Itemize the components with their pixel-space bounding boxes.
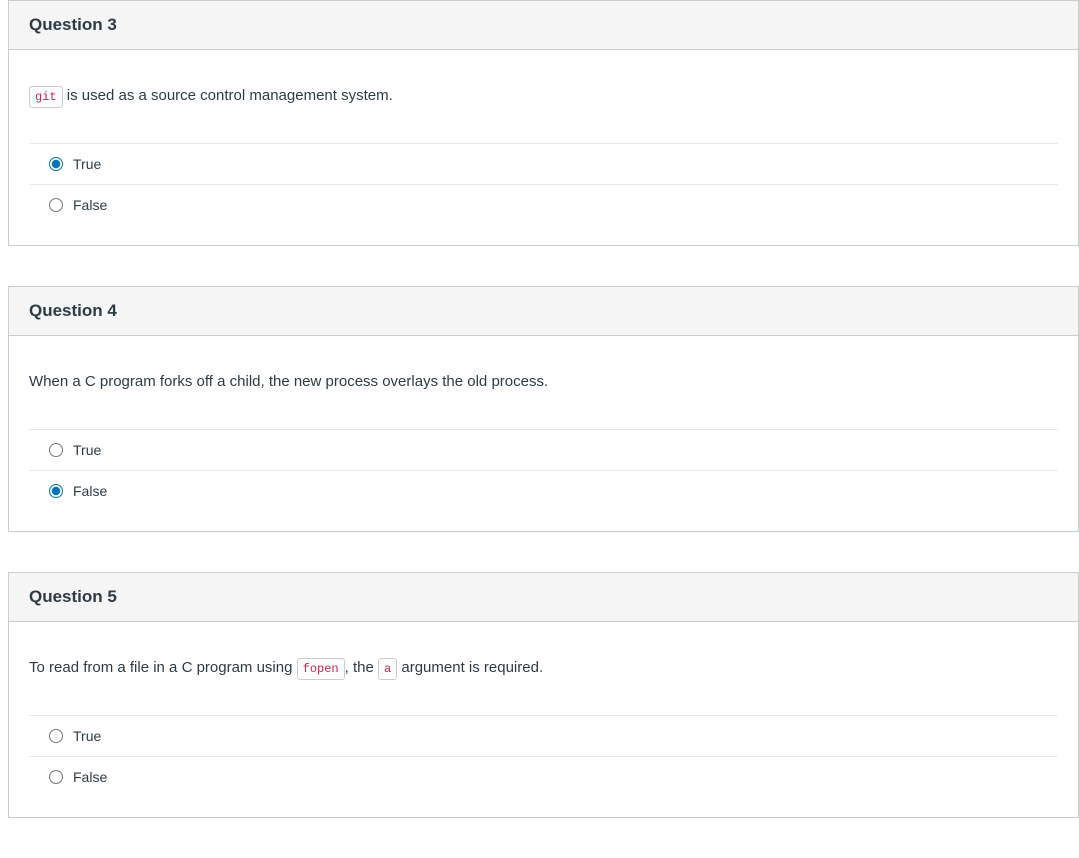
radio-true[interactable] [49,729,63,743]
question-text: git is used as a source control manageme… [29,85,1058,108]
question-text-pre: To read from a file in a C program using [29,659,297,676]
question-text-mid: is used as a source control management s… [63,87,393,104]
answers-group: True False [29,143,1058,225]
code-inline: a [378,658,397,680]
answer-label[interactable]: True [73,728,101,744]
radio-true[interactable] [49,443,63,457]
answer-row-true[interactable]: True [29,716,1058,757]
question-title: Question 3 [29,15,1058,35]
answer-label[interactable]: True [73,156,101,172]
answer-row-false[interactable]: False [29,757,1058,797]
question-body: When a C program forks off a child, the … [9,336,1078,531]
radio-false[interactable] [49,770,63,784]
answers-group: True False [29,715,1058,797]
question-body: git is used as a source control manageme… [9,50,1078,245]
answer-label[interactable]: True [73,442,101,458]
answer-row-false[interactable]: False [29,185,1058,225]
question-text: When a C program forks off a child, the … [29,371,1058,394]
question-text-post: argument is required. [397,659,543,676]
radio-false[interactable] [49,484,63,498]
radio-true[interactable] [49,157,63,171]
answer-row-false[interactable]: False [29,471,1058,511]
answer-row-true[interactable]: True [29,430,1058,471]
answer-row-true[interactable]: True [29,144,1058,185]
code-inline: git [29,86,63,108]
question-header: Question 3 [9,1,1078,50]
answer-label[interactable]: False [73,197,107,213]
question-body: To read from a file in a C program using… [9,622,1078,817]
question-block-3: Question 3 git is used as a source contr… [8,0,1079,246]
question-title: Question 4 [29,301,1058,321]
question-title: Question 5 [29,587,1058,607]
answers-group: True False [29,429,1058,511]
radio-false[interactable] [49,198,63,212]
answer-label[interactable]: False [73,483,107,499]
question-header: Question 5 [9,573,1078,622]
code-inline: fopen [297,658,345,680]
answer-label[interactable]: False [73,769,107,785]
question-block-4: Question 4 When a C program forks off a … [8,286,1079,532]
question-block-5: Question 5 To read from a file in a C pr… [8,572,1079,818]
question-text-mid: , the [345,659,378,676]
question-header: Question 4 [9,287,1078,336]
question-text: To read from a file in a C program using… [29,657,1058,680]
